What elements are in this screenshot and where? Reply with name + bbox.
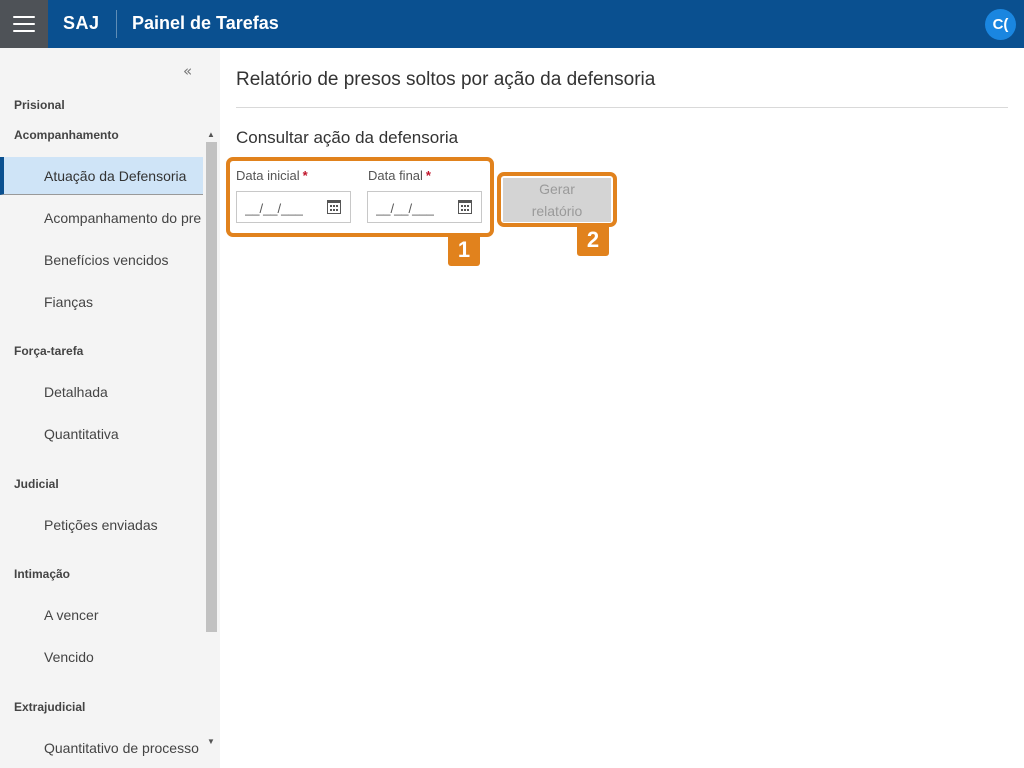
required-marker: * bbox=[425, 168, 431, 183]
generate-report-label-line2: relatório bbox=[531, 203, 583, 219]
nav-group-judicial: Judicial bbox=[14, 477, 59, 491]
nav-group-prisional: Prisional bbox=[14, 98, 65, 112]
start-date-label: Data inicial * bbox=[236, 168, 308, 183]
top-bar: SAJ Painel de Tarefas C( bbox=[0, 0, 1024, 48]
brand-logo: SAJ bbox=[63, 13, 100, 33]
sidebar-item-acompanhamento-presos[interactable]: Acompanhamento do pre bbox=[0, 199, 203, 237]
app-title: Painel de Tarefas bbox=[132, 13, 279, 33]
calendar-icon[interactable] bbox=[327, 200, 341, 214]
end-date-label: Data final * bbox=[368, 168, 431, 183]
nav-group-acompanhamento: Acompanhamento bbox=[14, 128, 119, 142]
required-marker: * bbox=[302, 168, 308, 183]
scrollbar-thumb[interactable] bbox=[206, 142, 217, 632]
sidebar-item-atuacao-defensoria[interactable]: Atuação da Defensoria bbox=[0, 157, 203, 195]
end-date-label-text: Data final bbox=[368, 168, 423, 183]
calendar-icon[interactable] bbox=[458, 200, 472, 214]
sidebar: « Prisional Acompanhamento Atuação da De… bbox=[0, 48, 220, 768]
start-date-label-text: Data inicial bbox=[236, 168, 300, 183]
sidebar-item-quantitativa[interactable]: Quantitativa bbox=[0, 415, 203, 453]
annotation-badge-2: 2 bbox=[577, 224, 609, 256]
hamburger-menu-button[interactable] bbox=[0, 0, 48, 48]
collapse-sidebar-icon[interactable]: « bbox=[183, 62, 192, 80]
sidebar-item-fiancas[interactable]: Fianças bbox=[0, 283, 203, 321]
title-divider bbox=[236, 107, 1008, 108]
nav-group-forca-tarefa: Força-tarefa bbox=[14, 344, 84, 358]
generate-report-button[interactable]: Gerar relatório bbox=[503, 178, 611, 222]
section-title: Consultar ação da defensoria bbox=[236, 128, 459, 147]
start-date-field[interactable] bbox=[236, 191, 351, 223]
sidebar-item-vencido[interactable]: Vencido bbox=[0, 638, 203, 676]
sidebar-scrollbar[interactable]: ▲ ▼ bbox=[204, 130, 218, 750]
end-date-field[interactable] bbox=[367, 191, 482, 223]
generate-report-label-line1: Gerar bbox=[539, 181, 575, 197]
header-divider bbox=[116, 10, 117, 38]
start-date-input[interactable] bbox=[245, 199, 325, 217]
end-date-input[interactable] bbox=[376, 199, 456, 217]
sidebar-item-peticoes-enviadas[interactable]: Petições enviadas bbox=[0, 506, 203, 544]
sidebar-item-quantitativo-processo[interactable]: Quantitativo de processo bbox=[0, 729, 203, 767]
sidebar-item-a-vencer[interactable]: A vencer bbox=[0, 596, 203, 634]
hamburger-icon bbox=[13, 16, 35, 32]
sidebar-item-beneficios-vencidos[interactable]: Benefícios vencidos bbox=[0, 241, 203, 279]
annotation-badge-1: 1 bbox=[448, 234, 480, 266]
page-title: Relatório de presos soltos por ação da d… bbox=[236, 69, 656, 90]
scroll-down-arrow-icon[interactable]: ▼ bbox=[207, 737, 215, 746]
scroll-up-arrow-icon[interactable]: ▲ bbox=[207, 130, 215, 139]
nav-group-intimacao: Intimação bbox=[14, 567, 71, 581]
nav-group-extrajudicial: Extrajudicial bbox=[14, 700, 86, 714]
user-avatar[interactable]: C( bbox=[985, 9, 1016, 40]
sidebar-item-detalhada[interactable]: Detalhada bbox=[0, 373, 203, 411]
